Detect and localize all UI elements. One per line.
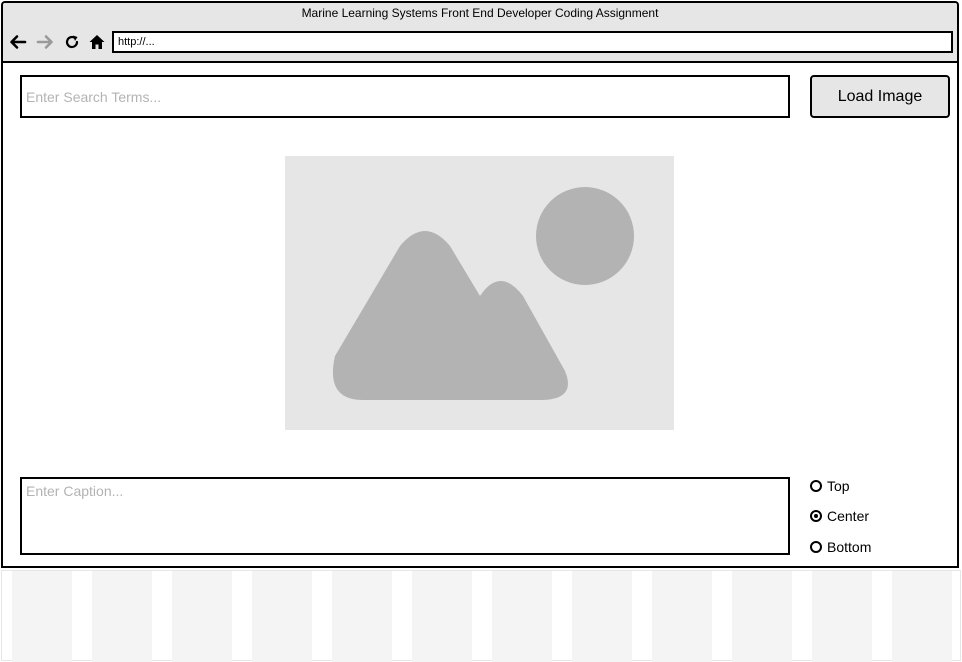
grid-column [172, 571, 232, 662]
browser-chrome: Marine Learning Systems Front End Develo… [3, 3, 957, 63]
radio-label-bottom: Bottom [827, 539, 872, 555]
home-icon[interactable] [88, 33, 106, 51]
refresh-icon[interactable] [63, 33, 81, 51]
radio-button-center[interactable] [810, 510, 822, 522]
radio-label-top: Top [827, 478, 850, 494]
grid-column [92, 571, 152, 662]
grid-column [732, 571, 792, 662]
search-placeholder: Enter Search Terms... [26, 89, 162, 105]
radio-button-bottom[interactable] [810, 541, 822, 553]
search-input[interactable]: Enter Search Terms... [20, 75, 790, 118]
image-placeholder [285, 156, 674, 430]
grid-column [332, 571, 392, 662]
back-arrow-icon[interactable] [9, 33, 27, 51]
grid-column [892, 571, 952, 662]
grid-column [12, 571, 72, 662]
grid-column [252, 571, 312, 662]
radio-option-top[interactable]: Top [810, 477, 850, 495]
caption-placeholder: Enter Caption... [26, 483, 124, 499]
radio-option-bottom[interactable]: Bottom [810, 538, 871, 556]
radio-label-center: Center [827, 508, 870, 524]
grid-column [572, 571, 632, 662]
grid-column [652, 571, 712, 662]
forward-arrow-icon[interactable] [36, 33, 54, 51]
grid-column [492, 571, 552, 662]
radio-button-top[interactable] [810, 480, 822, 492]
load-image-button[interactable]: Load Image [810, 75, 950, 118]
image-placeholder-icon [332, 187, 634, 400]
grid-column [812, 571, 872, 662]
grid-column [412, 571, 472, 662]
address-bar[interactable]: http://... [112, 31, 953, 53]
radio-option-center[interactable]: Center [810, 507, 869, 525]
caption-textarea[interactable]: Enter Caption... [20, 477, 790, 555]
footer-grid-overlay [1, 570, 961, 662]
window-title: Marine Learning Systems Front End Develo… [301, 6, 659, 20]
